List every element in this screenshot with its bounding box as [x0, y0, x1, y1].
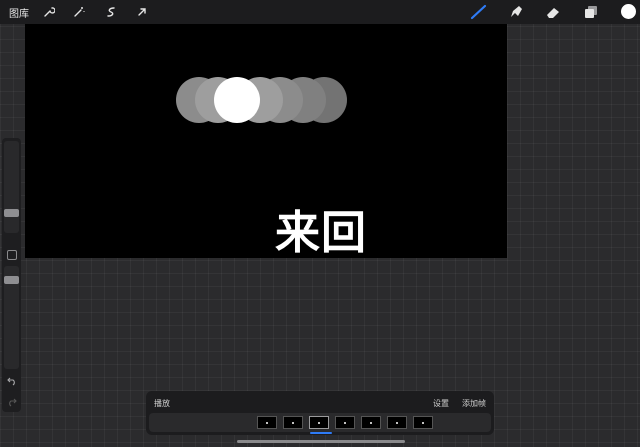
frame-dot: [292, 421, 294, 424]
brush-icon[interactable]: [469, 3, 489, 21]
add-frame-button[interactable]: 添加帧: [462, 398, 486, 409]
onion-circle: [214, 77, 260, 123]
frame-dot: [396, 421, 398, 424]
drawing-canvas[interactable]: 来回: [25, 24, 507, 259]
brush-size-slider[interactable]: [4, 141, 19, 233]
magic-wand-icon[interactable]: [71, 4, 87, 20]
layers-icon[interactable]: [581, 3, 601, 21]
frame-thumbnail[interactable]: [387, 416, 407, 429]
frame-thumbnail[interactable]: [309, 416, 329, 429]
selection-icon[interactable]: [103, 4, 119, 20]
eraser-icon[interactable]: [543, 3, 563, 21]
animation-timeline: 播放 设置 添加帧: [146, 391, 494, 435]
undo-icon[interactable]: [4, 375, 19, 387]
selected-frame-indicator: [310, 432, 332, 434]
frame-dot: [266, 421, 268, 424]
smudge-icon[interactable]: [506, 3, 526, 21]
frames-strip: [149, 413, 491, 432]
color-picker-button[interactable]: [621, 4, 636, 19]
play-button[interactable]: 播放: [154, 398, 170, 409]
brush-size-thumb[interactable]: [4, 209, 19, 217]
frame-thumbnail[interactable]: [413, 416, 433, 429]
frame-thumbnail[interactable]: [283, 416, 303, 429]
canvas-text: 来回: [275, 206, 368, 259]
frame-thumbnail[interactable]: [361, 416, 381, 429]
left-sidebar: [2, 138, 21, 412]
opacity-slider[interactable]: [4, 266, 19, 369]
top-toolbar: 图库: [0, 0, 640, 24]
frame-dot: [344, 421, 346, 424]
frame-dot: [422, 421, 424, 424]
modify-button[interactable]: [7, 250, 17, 260]
settings-button[interactable]: 设置: [433, 398, 449, 409]
home-indicator: [237, 440, 405, 443]
frame-thumbnail[interactable]: [257, 416, 277, 429]
frame-dot: [370, 421, 372, 424]
gallery-button[interactable]: 图库: [9, 5, 29, 20]
transform-arrow-icon[interactable]: [134, 4, 150, 20]
redo-icon[interactable]: [4, 396, 19, 408]
frame-dot: [318, 421, 320, 424]
wrench-icon[interactable]: [41, 4, 57, 20]
frame-thumbnail[interactable]: [335, 416, 355, 429]
opacity-thumb[interactable]: [4, 276, 19, 284]
